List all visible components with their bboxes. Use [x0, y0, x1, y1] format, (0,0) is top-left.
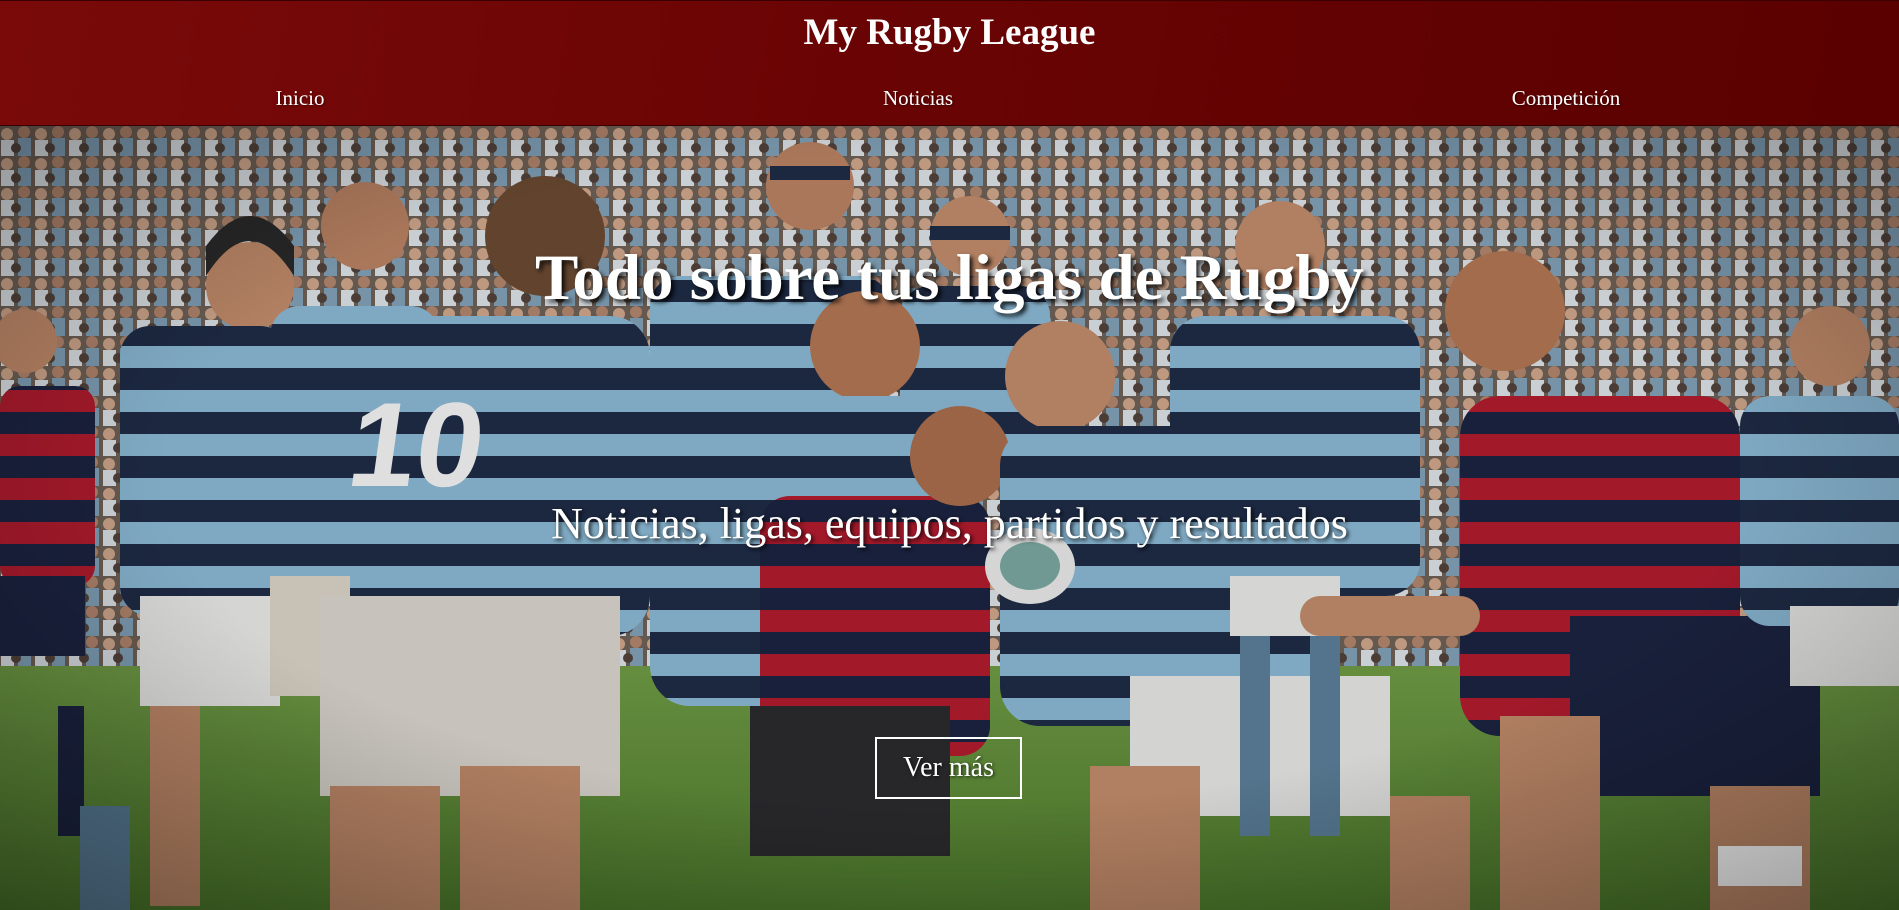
site-title: My Rugby League	[803, 12, 1096, 53]
nav-link-competicion[interactable]: Competición	[1512, 83, 1621, 113]
hero-title: Todo sobre tus ligas de Rugby	[534, 242, 1364, 314]
nav-link-inicio[interactable]: Inicio	[276, 83, 325, 113]
hero-section: 10	[0, 126, 1899, 910]
hero-subtitle: Noticias, ligas, equipos, partidos y res…	[551, 499, 1348, 548]
ver-mas-button[interactable]: Ver más	[875, 737, 1022, 799]
main-nav: Inicio Noticias Competición	[0, 83, 1899, 113]
site-header: My Rugby League Inicio Noticias Competic…	[0, 0, 1899, 126]
nav-link-noticias[interactable]: Noticias	[883, 83, 953, 113]
